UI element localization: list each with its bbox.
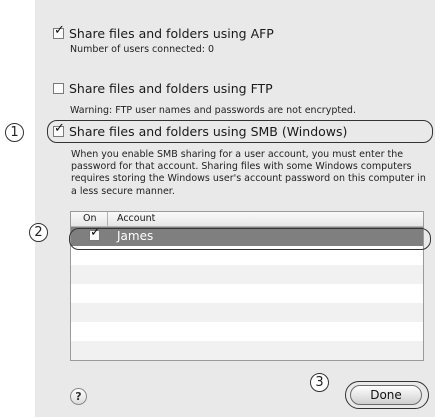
afp-option[interactable]: ✓ Share files and folders using AFP (53, 24, 274, 41)
callout-outline-done (345, 381, 429, 409)
table-row-empty (71, 341, 423, 360)
column-header-account[interactable]: Account (117, 213, 155, 224)
callout-number-3: 3 (310, 373, 329, 392)
afp-label: Share files and folders using AFP (69, 26, 274, 41)
ftp-label: Share files and folders using FTP (69, 81, 273, 96)
smb-description: When you enable SMB sharing for a user a… (71, 149, 426, 197)
callout-number-2: 2 (29, 223, 48, 242)
ftp-option[interactable]: Share files and folders using FTP (53, 81, 273, 96)
column-divider (107, 212, 108, 226)
column-header-on[interactable]: On (83, 213, 97, 224)
callout-outline-account-row (69, 228, 431, 250)
afp-users-connected: Number of users connected: 0 (70, 44, 215, 55)
callout-outline-smb (47, 120, 433, 143)
checkmark-icon: ✓ (54, 23, 65, 38)
table-row-empty (71, 303, 423, 322)
ftp-checkbox[interactable] (53, 83, 64, 94)
table-header: On Account (71, 212, 423, 227)
afp-checkbox[interactable]: ✓ (53, 24, 65, 39)
table-row-empty (71, 265, 423, 284)
table-row-empty (71, 284, 423, 303)
callout-number-1: 1 (5, 123, 24, 142)
help-button[interactable]: ? (70, 388, 87, 405)
ftp-warning: Warning: FTP user names and passwords ar… (70, 105, 356, 116)
table-row-empty (71, 322, 423, 341)
